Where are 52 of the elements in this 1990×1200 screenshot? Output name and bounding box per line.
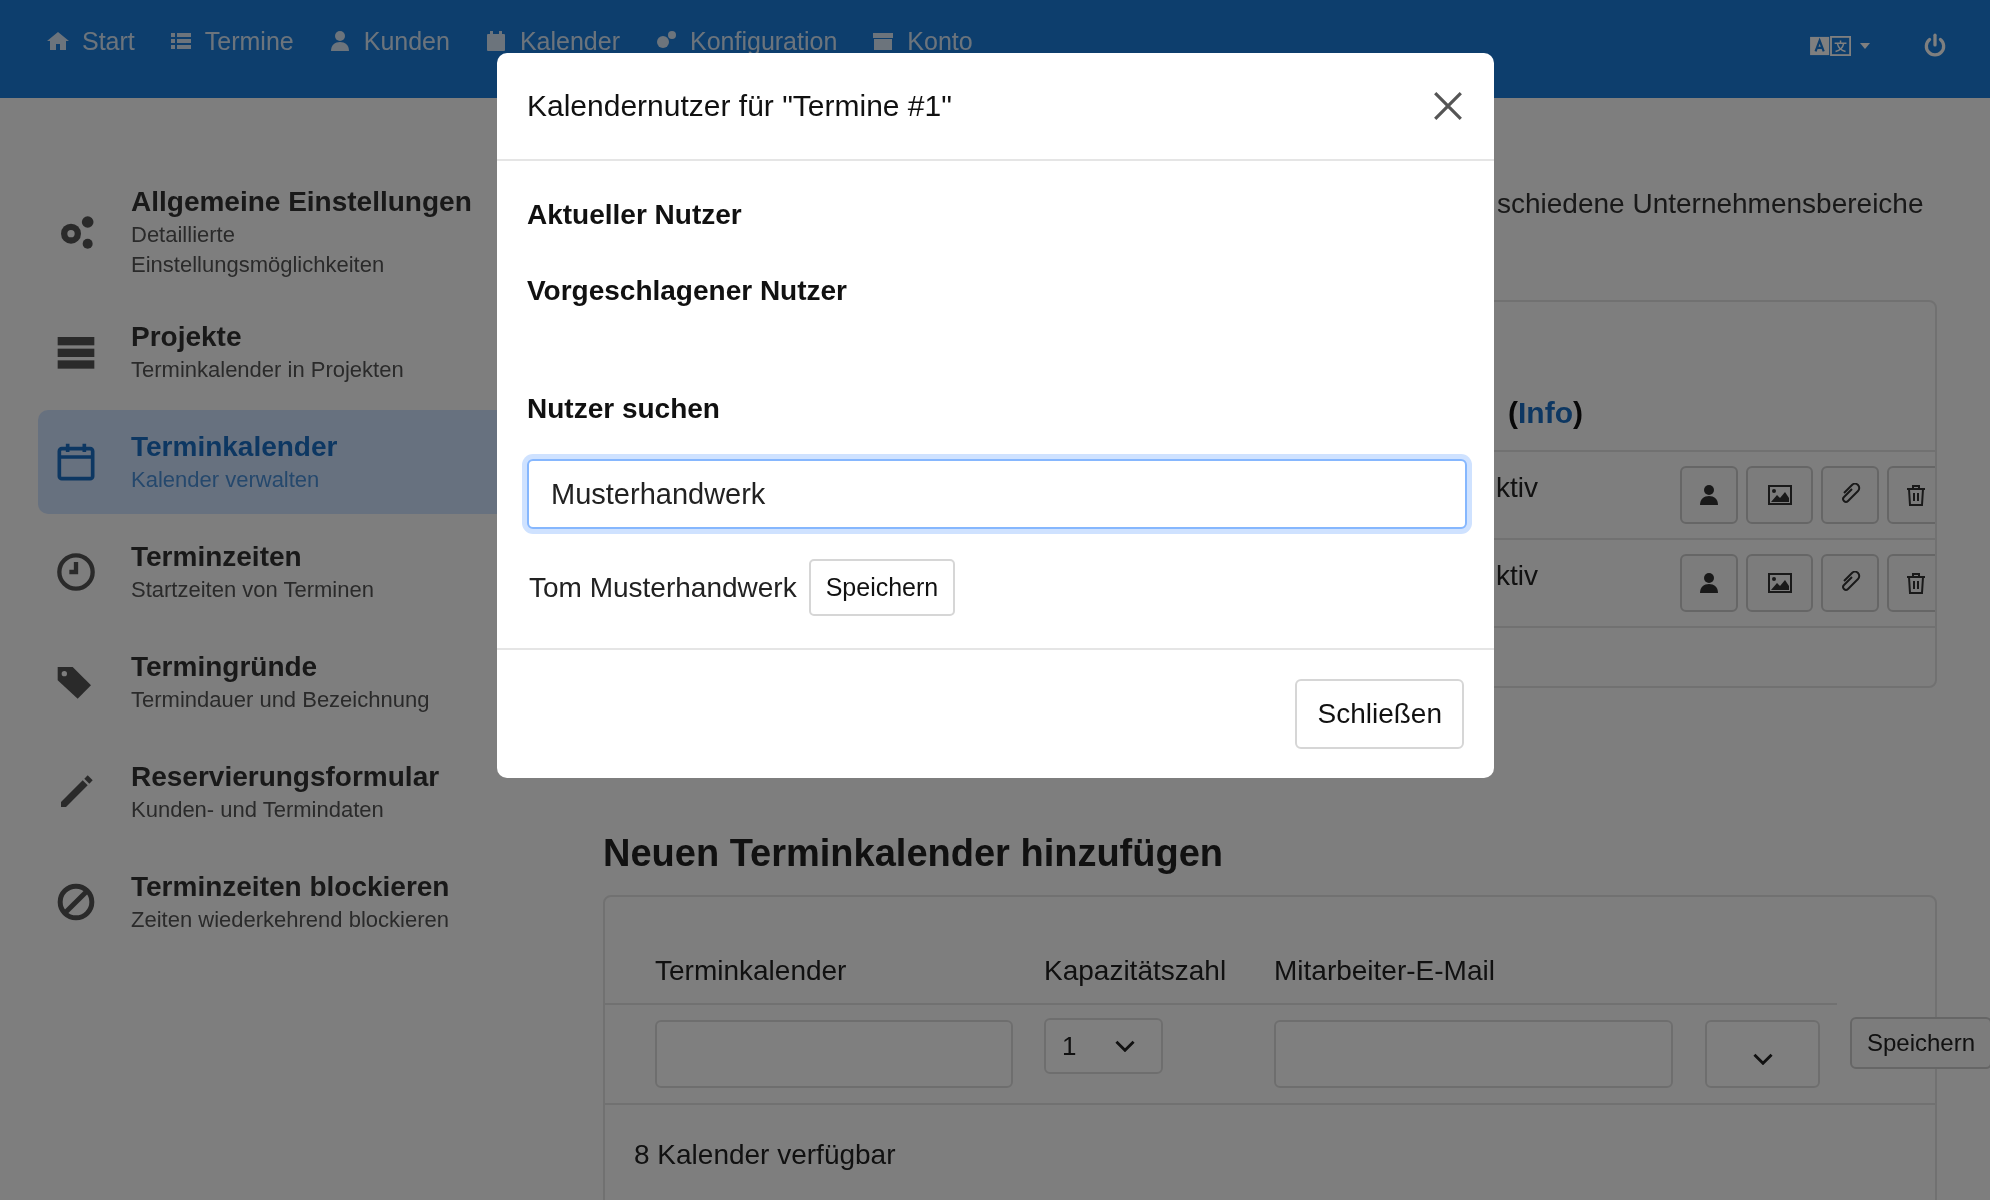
nav-link[interactable]: Start [46, 26, 135, 56]
close-icon[interactable] [1432, 90, 1464, 122]
calendar-count-text: 8 Kalender verfügbar [634, 1139, 896, 1171]
save-button[interactable]: Speichern [1850, 1017, 1990, 1069]
icon-button[interactable] [1887, 466, 1935, 524]
nav-link[interactable]: Kalender [483, 26, 620, 56]
nav-link[interactable]: Konto [871, 26, 973, 56]
icon-button[interactable] [1680, 466, 1738, 524]
capacity-select[interactable]: 1 [1044, 1018, 1163, 1074]
nav-link[interactable]: Kunden [327, 26, 450, 56]
info-link[interactable]: Info [1518, 396, 1573, 429]
user-icon [1697, 483, 1721, 507]
power-icon[interactable] [1922, 33, 1948, 59]
icon-button[interactable] [1821, 554, 1879, 612]
sidebar-item[interactable]: Reservierungsformular Kunden- und Termindaten [38, 740, 565, 844]
save-button[interactable]: Speichern [808, 559, 956, 616]
clock-icon [56, 552, 96, 592]
section-label: Vorgeschlagener Nutzer [527, 274, 848, 308]
sidebar-item[interactable]: Terminzeiten blockieren Zeiten wiederkehrend blockieren [38, 850, 565, 954]
column-label: Mitarbeiter-E-Mail [1274, 955, 1495, 987]
icon-button[interactable] [1746, 466, 1813, 524]
home-icon [46, 29, 70, 53]
status-text: ktiv [1496, 472, 1539, 504]
intro-text: schiedene Unternehmensbereiche [1497, 187, 1925, 221]
sidebar-item[interactable]: Termingründe Termindauer und Bezeichnung [38, 630, 565, 734]
chevron-icon [1115, 1040, 1135, 1052]
close-button[interactable]: Schließen [1295, 679, 1464, 749]
icon-button[interactable] [1746, 554, 1813, 612]
translate-icon[interactable] [1810, 36, 1852, 56]
search-field[interactable]: Musterhandwerk [527, 459, 1467, 529]
column-label: Kapazitätszahl [1044, 955, 1228, 987]
column-label: Terminkalender [655, 955, 848, 987]
user-icon [1697, 571, 1721, 595]
column-heading: (Info) [1508, 396, 1583, 430]
calendar-icon [56, 442, 96, 482]
user-name: Tom Musterhandwerk [529, 571, 797, 604]
trash-icon [1904, 483, 1928, 507]
nav-link[interactable]: Termine [168, 26, 294, 56]
section-label: Aktueller Nutzer [527, 198, 742, 232]
status-text: ktiv [1496, 560, 1539, 592]
section-heading: Neuen Terminkalender hinzufügen [603, 831, 1225, 876]
icon-button[interactable] [1887, 554, 1935, 612]
chevron-icon [1752, 1053, 1773, 1065]
caret-icon [1860, 43, 1870, 49]
image-icon [1767, 571, 1792, 595]
modal-title: Kalendernutzer für "Termine #1" [527, 89, 952, 123]
icon-button[interactable] [1821, 466, 1879, 524]
ban-icon [56, 882, 96, 922]
nav-link[interactable]: Konfiguration [654, 26, 838, 56]
icon-button[interactable] [1680, 554, 1738, 612]
trash-icon [1904, 571, 1928, 595]
image-icon [1767, 483, 1792, 507]
